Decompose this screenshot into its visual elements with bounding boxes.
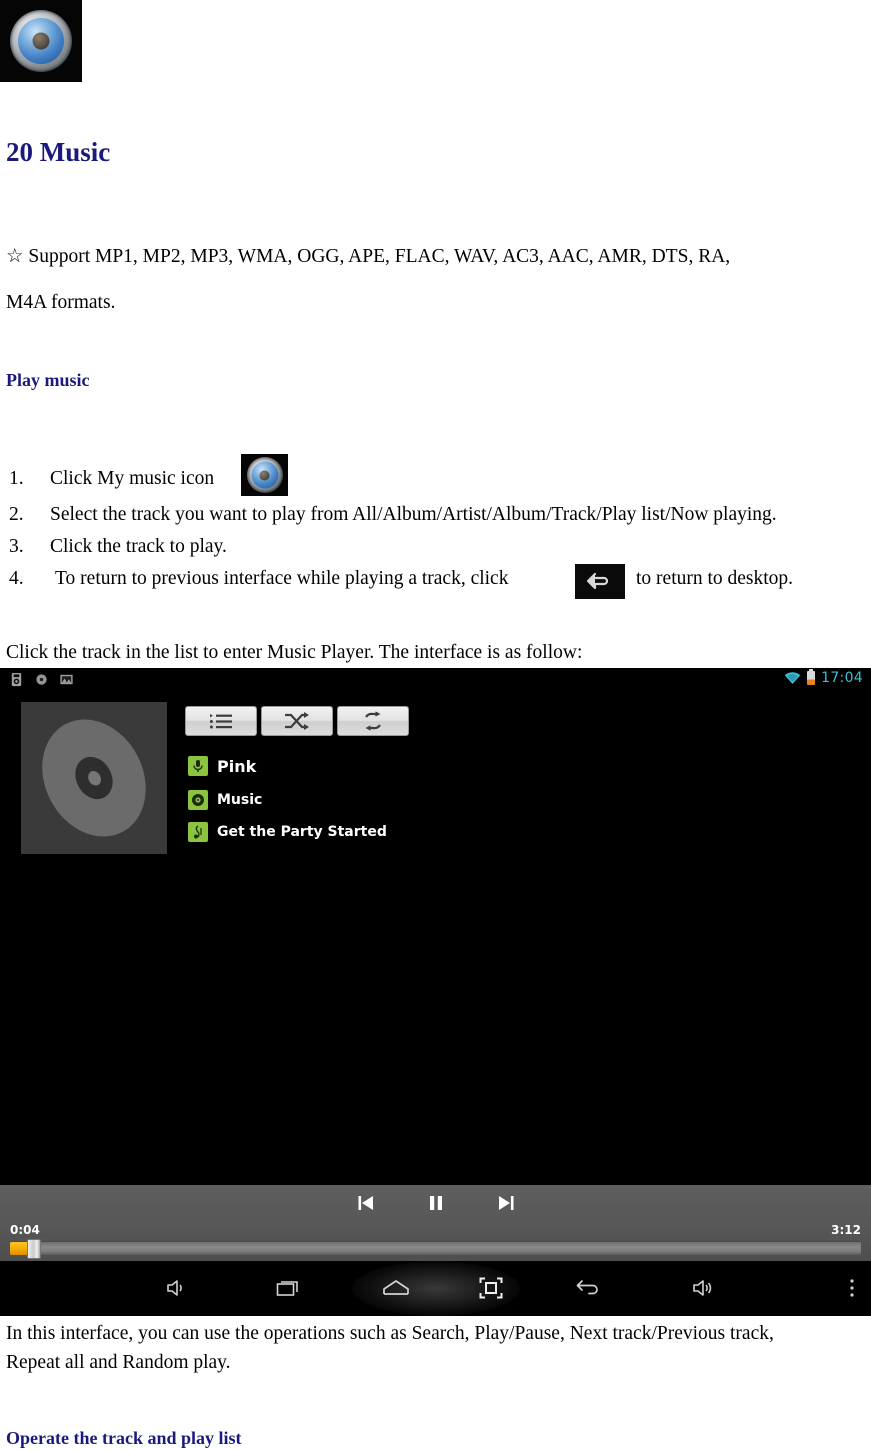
home-button[interactable] (378, 1273, 414, 1303)
seek-thumb[interactable] (27, 1239, 41, 1259)
step-number: 1. (9, 468, 24, 489)
track-title: Get the Party Started (217, 824, 387, 840)
elapsed-time: 0:04 (10, 1223, 40, 1237)
artist-name: Pink (217, 756, 257, 776)
overflow-menu-button[interactable] (834, 1273, 870, 1303)
wifi-icon (784, 671, 801, 684)
step-text: Click the track to play. (50, 536, 227, 557)
recent-apps-button[interactable] (271, 1273, 307, 1303)
step-number: 3. (9, 536, 24, 557)
disc-glyph (192, 794, 204, 806)
supported-formats-line-1: ☆ Support MP1, MP2, MP3, WMA, OGG, APE, … (6, 246, 731, 267)
music-note-icon (188, 822, 208, 842)
now-playing-album-row[interactable]: Music (188, 790, 262, 810)
status-bar-system: 17:04 (784, 669, 863, 686)
volume-up-button[interactable] (158, 1273, 194, 1303)
disc-hole-outer (68, 750, 120, 806)
screenshot-button[interactable] (473, 1273, 509, 1303)
section-heading-play-music: Play music (6, 370, 90, 390)
pause-button[interactable] (423, 1191, 449, 1215)
speaker-cone (251, 461, 278, 489)
status-bar-notifications (9, 672, 74, 687)
transport-controls (353, 1191, 519, 1215)
volume-down-icon (693, 1280, 712, 1296)
post-image-text-line-2: Repeat all and Random play. (6, 1352, 231, 1373)
next-track-button[interactable] (493, 1191, 519, 1215)
shuffle-icon (285, 712, 309, 730)
screenshot-icon (479, 1277, 503, 1299)
step-text: Click My music icon (50, 468, 215, 489)
album-art[interactable] (21, 702, 167, 854)
album-name: Music (217, 792, 263, 808)
previous-track-icon (358, 1196, 373, 1210)
disc-icon (188, 790, 208, 810)
playlist-icon (209, 714, 232, 729)
total-duration: 3:12 (831, 1223, 861, 1237)
repeat-button[interactable] (337, 706, 409, 736)
speaker-cone (18, 18, 64, 64)
step-number: 4. (9, 568, 24, 589)
volume-up-icon (167, 1280, 182, 1296)
page-title: 20 Music (6, 137, 111, 167)
music-app-icon (0, 0, 82, 82)
speaker-dome (32, 32, 50, 50)
speaker-ring (246, 457, 283, 493)
microphone-glyph (193, 760, 203, 772)
step-text-before-icon: To return to previous interface while pl… (55, 568, 509, 589)
inline-music-app-icon (241, 454, 288, 496)
step-number: 2. (9, 504, 24, 525)
cd-disc-icon (22, 702, 166, 854)
section-heading-operate-track: Operate the track and play list (6, 1428, 242, 1448)
speaker-ring (10, 10, 72, 72)
pause-icon (429, 1196, 442, 1210)
step-text: Select the track you want to play from A… (50, 504, 777, 525)
next-track-icon (498, 1196, 513, 1210)
step-text-after-icon: to return to desktop. (636, 568, 794, 589)
seek-bar[interactable] (10, 1239, 861, 1259)
shuffle-button[interactable] (261, 706, 333, 736)
status-bar-clock: 17:04 (821, 670, 863, 686)
back-button[interactable] (571, 1273, 607, 1303)
previous-track-button[interactable] (353, 1191, 379, 1215)
disc-hole-inner (85, 768, 103, 788)
player-controls-bar: 0:04 3:12 (0, 1185, 871, 1261)
post-image-text-line-1: In this interface, you can use the opera… (6, 1323, 774, 1344)
recent-apps-icon (276, 1281, 298, 1296)
speaker-dome (259, 470, 270, 480)
nav-bar-buttons (0, 1261, 871, 1316)
usb-android-icon (11, 672, 22, 687)
back-arrow-glyph (586, 572, 609, 590)
tablet-screenshot: 17:04 Pink Music Get the Party Started 0… (0, 668, 871, 1316)
record-icon (36, 674, 47, 685)
volume-down-button[interactable] (684, 1273, 720, 1303)
music-note-glyph (193, 825, 202, 839)
supported-formats-line-2: M4A formats. (6, 292, 116, 313)
battery-icon (807, 669, 816, 685)
repeat-icon (365, 711, 381, 731)
microphone-icon (188, 756, 208, 776)
playlist-button[interactable] (185, 706, 257, 736)
home-icon (383, 1280, 409, 1295)
now-playing-track-row[interactable]: Get the Party Started (188, 822, 387, 842)
android-nav-bar (0, 1261, 871, 1316)
caption-interface-follows: Click the track in the list to enter Mus… (6, 642, 583, 663)
inline-back-arrow-icon (575, 564, 625, 599)
mode-button-group (185, 706, 415, 738)
back-arrow-icon (576, 1280, 598, 1295)
now-playing-artist-row[interactable]: Pink (188, 756, 256, 776)
list-item-step-4-tail: to return to desktop. (636, 568, 793, 590)
more-vertical-icon (850, 1279, 854, 1297)
status-bar: 17:04 (0, 668, 871, 691)
picture-icon (60, 674, 73, 685)
